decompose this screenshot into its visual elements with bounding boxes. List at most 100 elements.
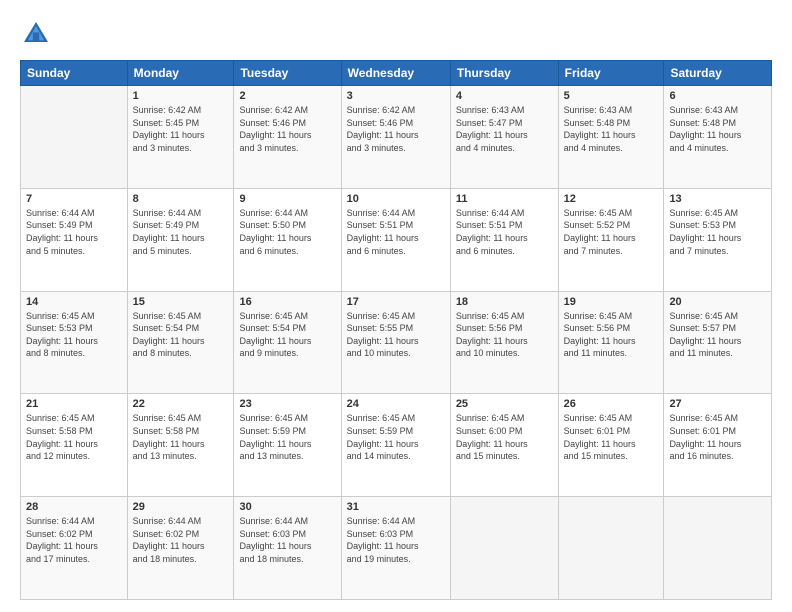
calendar-cell — [558, 497, 664, 600]
calendar-week-row: 21 Sunrise: 6:45 AMSunset: 5:58 PMDayligh… — [21, 394, 772, 497]
calendar-cell: 20 Sunrise: 6:45 AMSunset: 5:57 PMDayligh… — [664, 291, 772, 394]
calendar-cell: 27 Sunrise: 6:45 AMSunset: 6:01 PMDayligh… — [664, 394, 772, 497]
day-info: Sunrise: 6:45 AMSunset: 5:54 PMDaylight:… — [133, 310, 229, 360]
day-number: 20 — [669, 296, 766, 308]
calendar-cell: 31 Sunrise: 6:44 AMSunset: 6:03 PMDayligh… — [341, 497, 450, 600]
day-number: 21 — [26, 398, 122, 410]
calendar-week-row: 14Sunrise: 6:45 AMSunset: 5:53 PMDayligh… — [21, 291, 772, 394]
day-number: 5 — [564, 90, 659, 102]
header-day-sunday: Sunday — [21, 61, 128, 86]
day-number: 3 — [347, 90, 445, 102]
header-day-tuesday: Tuesday — [234, 61, 341, 86]
calendar-cell: 22 Sunrise: 6:45 AMSunset: 5:58 PMDayligh… — [127, 394, 234, 497]
calendar-week-row: 1 Sunrise: 6:42 AMSunset: 5:45 PMDaylight… — [21, 86, 772, 189]
day-number: 9 — [239, 193, 335, 205]
calendar-cell: 21 Sunrise: 6:45 AMSunset: 5:58 PMDayligh… — [21, 394, 128, 497]
day-info: Sunrise: 6:44 AMSunset: 6:02 PMDaylight:… — [133, 515, 229, 565]
day-info: Sunrise: 6:44 AMSunset: 6:03 PMDaylight:… — [347, 515, 445, 565]
day-number: 30 — [239, 501, 335, 513]
calendar-cell: 5 Sunrise: 6:43 AMSunset: 5:48 PMDaylight… — [558, 86, 664, 189]
day-info: Sunrise: 6:44 AMSunset: 5:49 PMDaylight:… — [133, 207, 229, 257]
header-day-friday: Friday — [558, 61, 664, 86]
day-info: Sunrise: 6:42 AMSunset: 5:46 PMDaylight:… — [239, 104, 335, 154]
header-day-thursday: Thursday — [450, 61, 558, 86]
calendar-cell: 30 Sunrise: 6:44 AMSunset: 6:03 PMDayligh… — [234, 497, 341, 600]
day-number: 27 — [669, 398, 766, 410]
day-number: 10 — [347, 193, 445, 205]
day-info: Sunrise: 6:44 AMSunset: 5:51 PMDaylight:… — [347, 207, 445, 257]
day-number: 31 — [347, 501, 445, 513]
day-info: Sunrise: 6:43 AMSunset: 5:48 PMDaylight:… — [564, 104, 659, 154]
calendar-cell — [664, 497, 772, 600]
calendar-cell: 29 Sunrise: 6:44 AMSunset: 6:02 PMDayligh… — [127, 497, 234, 600]
calendar-week-row: 7 Sunrise: 6:44 AMSunset: 5:49 PMDaylight… — [21, 188, 772, 291]
calendar-cell: 18 Sunrise: 6:45 AMSunset: 5:56 PMDayligh… — [450, 291, 558, 394]
calendar-cell: 23Sunrise: 6:45 AMSunset: 5:59 PMDayligh… — [234, 394, 341, 497]
calendar-cell: 1 Sunrise: 6:42 AMSunset: 5:45 PMDaylight… — [127, 86, 234, 189]
header-day-saturday: Saturday — [664, 61, 772, 86]
day-info: Sunrise: 6:45 AMSunset: 5:58 PMDaylight:… — [26, 412, 122, 462]
calendar-header-row: SundayMondayTuesdayWednesdayThursdayFrid… — [21, 61, 772, 86]
day-info: Sunrise: 6:45 AMSunset: 6:01 PMDaylight:… — [669, 412, 766, 462]
day-number: 18 — [456, 296, 553, 308]
day-info: Sunrise: 6:45 AMSunset: 5:58 PMDaylight:… — [133, 412, 229, 462]
calendar-cell: 2 Sunrise: 6:42 AMSunset: 5:46 PMDaylight… — [234, 86, 341, 189]
day-info: Sunrise: 6:45 AMSunset: 5:57 PMDaylight:… — [669, 310, 766, 360]
header-day-monday: Monday — [127, 61, 234, 86]
day-info: Sunrise: 6:45 AMSunset: 5:55 PMDaylight:… — [347, 310, 445, 360]
day-info: Sunrise: 6:44 AMSunset: 5:51 PMDaylight:… — [456, 207, 553, 257]
calendar-cell: 8 Sunrise: 6:44 AMSunset: 5:49 PMDaylight… — [127, 188, 234, 291]
day-number: 17 — [347, 296, 445, 308]
calendar-cell: 7Sunrise: 6:44 AMSunset: 5:49 PMDaylight… — [21, 188, 128, 291]
day-number: 11 — [456, 193, 553, 205]
day-number: 28 — [26, 501, 122, 513]
day-number: 7 — [26, 193, 122, 205]
day-number: 25 — [456, 398, 553, 410]
day-info: Sunrise: 6:45 AMSunset: 5:52 PMDaylight:… — [564, 207, 659, 257]
day-number: 1 — [133, 90, 229, 102]
calendar-cell: 6 Sunrise: 6:43 AMSunset: 5:48 PMDaylight… — [664, 86, 772, 189]
logo-icon — [20, 18, 52, 50]
calendar-cell: 25 Sunrise: 6:45 AMSunset: 6:00 PMDayligh… — [450, 394, 558, 497]
day-info: Sunrise: 6:45 AMSunset: 5:59 PMDaylight:… — [239, 412, 335, 462]
calendar-cell: 28 Sunrise: 6:44 AMSunset: 6:02 PMDayligh… — [21, 497, 128, 600]
calendar-cell: 17 Sunrise: 6:45 AMSunset: 5:55 PMDayligh… — [341, 291, 450, 394]
calendar-cell: 10 Sunrise: 6:44 AMSunset: 5:51 PMDayligh… — [341, 188, 450, 291]
day-info: Sunrise: 6:45 AMSunset: 5:59 PMDaylight:… — [347, 412, 445, 462]
calendar-table: SundayMondayTuesdayWednesdayThursdayFrid… — [20, 60, 772, 600]
day-info: Sunrise: 6:43 AMSunset: 5:48 PMDaylight:… — [669, 104, 766, 154]
calendar-week-row: 28 Sunrise: 6:44 AMSunset: 6:02 PMDayligh… — [21, 497, 772, 600]
page: SundayMondayTuesdayWednesdayThursdayFrid… — [0, 0, 792, 612]
calendar-cell: 9Sunrise: 6:44 AMSunset: 5:50 PMDaylight… — [234, 188, 341, 291]
calendar-cell: 15Sunrise: 6:45 AMSunset: 5:54 PMDayligh… — [127, 291, 234, 394]
day-info: Sunrise: 6:45 AMSunset: 5:53 PMDaylight:… — [669, 207, 766, 257]
day-info: Sunrise: 6:45 AMSunset: 6:01 PMDaylight:… — [564, 412, 659, 462]
logo — [20, 18, 56, 50]
day-info: Sunrise: 6:45 AMSunset: 5:56 PMDaylight:… — [456, 310, 553, 360]
day-number: 8 — [133, 193, 229, 205]
header-day-wednesday: Wednesday — [341, 61, 450, 86]
calendar-cell: 13 Sunrise: 6:45 AMSunset: 5:53 PMDayligh… — [664, 188, 772, 291]
day-info: Sunrise: 6:42 AMSunset: 5:46 PMDaylight:… — [347, 104, 445, 154]
calendar-cell — [21, 86, 128, 189]
day-number: 12 — [564, 193, 659, 205]
calendar-cell: 12 Sunrise: 6:45 AMSunset: 5:52 PMDayligh… — [558, 188, 664, 291]
day-number: 13 — [669, 193, 766, 205]
day-info: Sunrise: 6:42 AMSunset: 5:45 PMDaylight:… — [133, 104, 229, 154]
day-number: 22 — [133, 398, 229, 410]
day-info: Sunrise: 6:45 AMSunset: 6:00 PMDaylight:… — [456, 412, 553, 462]
day-number: 4 — [456, 90, 553, 102]
day-info: Sunrise: 6:45 AMSunset: 5:54 PMDaylight:… — [239, 310, 335, 360]
calendar-cell: 3 Sunrise: 6:42 AMSunset: 5:46 PMDaylight… — [341, 86, 450, 189]
day-info: Sunrise: 6:44 AMSunset: 6:02 PMDaylight:… — [26, 515, 122, 565]
day-number: 29 — [133, 501, 229, 513]
calendar-cell: 24Sunrise: 6:45 AMSunset: 5:59 PMDayligh… — [341, 394, 450, 497]
calendar-cell: 19Sunrise: 6:45 AMSunset: 5:56 PMDayligh… — [558, 291, 664, 394]
day-number: 2 — [239, 90, 335, 102]
day-number: 16 — [239, 296, 335, 308]
day-info: Sunrise: 6:43 AMSunset: 5:47 PMDaylight:… — [456, 104, 553, 154]
day-number: 19 — [564, 296, 659, 308]
day-info: Sunrise: 6:44 AMSunset: 6:03 PMDaylight:… — [239, 515, 335, 565]
day-number: 6 — [669, 90, 766, 102]
header — [20, 18, 772, 50]
